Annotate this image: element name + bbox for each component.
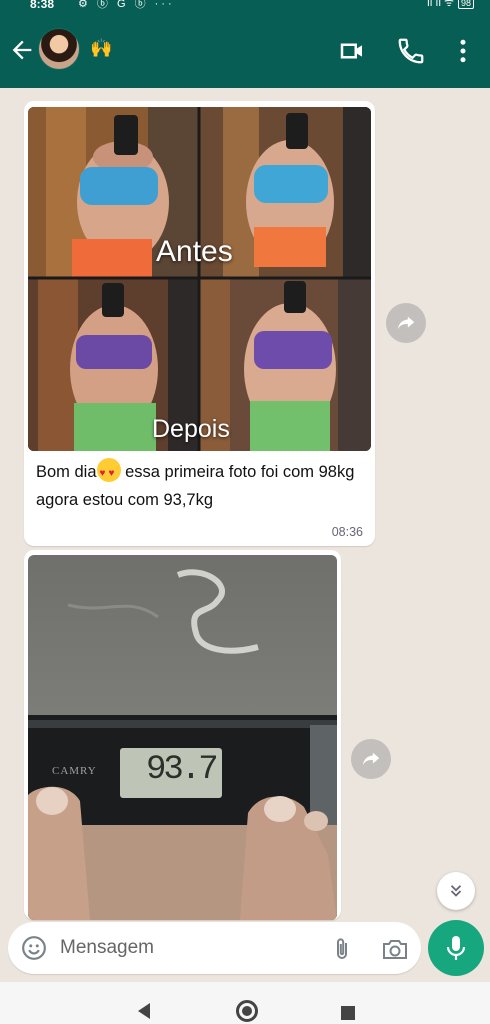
- before-after-collage: [28, 107, 371, 451]
- nav-recents-icon[interactable]: [341, 1006, 355, 1020]
- signal-wifi-icons: ıl ıl ᯤ 98: [427, 0, 474, 9]
- scale-brand: CAMRY: [52, 765, 97, 777]
- signal-icon: ıl ıl ᯤ: [426, 0, 454, 9]
- arrow-back-icon[interactable]: [8, 36, 36, 64]
- message-bubble[interactable]: CAMRY 93.7: [24, 550, 341, 920]
- scale-reading: 93.7: [146, 751, 219, 789]
- emoji-icon[interactable]: [21, 935, 47, 961]
- scroll-down-button[interactable]: [437, 872, 475, 910]
- message-text: Bom dia essa primeira foto foi com 98kg …: [36, 458, 366, 514]
- forward-button[interactable]: [351, 739, 391, 779]
- contact-name-emoji[interactable]: 🙌: [90, 38, 112, 59]
- notification-icons: ⚙ ⓑ G ⓑ ···: [78, 0, 175, 10]
- before-after-photo[interactable]: Antes Depois: [28, 107, 371, 451]
- scale-photo-image: [28, 555, 337, 920]
- message-time: 08:36: [331, 525, 363, 539]
- before-caption: Antes: [156, 235, 233, 268]
- phone-icon[interactable]: [396, 36, 426, 66]
- chat-header: 🙌: [0, 14, 490, 88]
- status-time: 8:38: [30, 0, 55, 11]
- video-call-icon[interactable]: [337, 36, 367, 66]
- scroll-down-icon: [450, 885, 462, 897]
- message-bubble[interactable]: Antes Depois Bom dia essa primeira foto …: [24, 101, 375, 546]
- heart-eyes-emoji-icon: [96, 458, 121, 488]
- nav-home-icon[interactable]: [236, 1000, 258, 1022]
- status-bar: 8:38 ⚙ ⓑ G ⓑ ··· ıl ıl ᯤ 98: [0, 0, 490, 14]
- avatar[interactable]: [38, 28, 80, 70]
- more-vert-icon[interactable]: [448, 36, 478, 66]
- forward-icon: [397, 316, 415, 330]
- battery-icon: 98: [457, 0, 474, 9]
- after-caption: Depois: [152, 415, 230, 443]
- message-composer: [8, 922, 421, 974]
- scale-photo[interactable]: CAMRY 93.7: [28, 555, 337, 920]
- camera-icon[interactable]: [381, 936, 409, 962]
- attach-icon[interactable]: [330, 935, 354, 963]
- forward-button[interactable]: [386, 303, 426, 343]
- mic-button[interactable]: [428, 920, 484, 976]
- system-nav-bar: [0, 982, 490, 1024]
- message-text-part1: Bom dia: [36, 463, 97, 481]
- mic-icon: [446, 936, 466, 960]
- forward-icon: [362, 752, 380, 766]
- message-input[interactable]: [60, 932, 320, 964]
- nav-back-icon[interactable]: [136, 1002, 152, 1020]
